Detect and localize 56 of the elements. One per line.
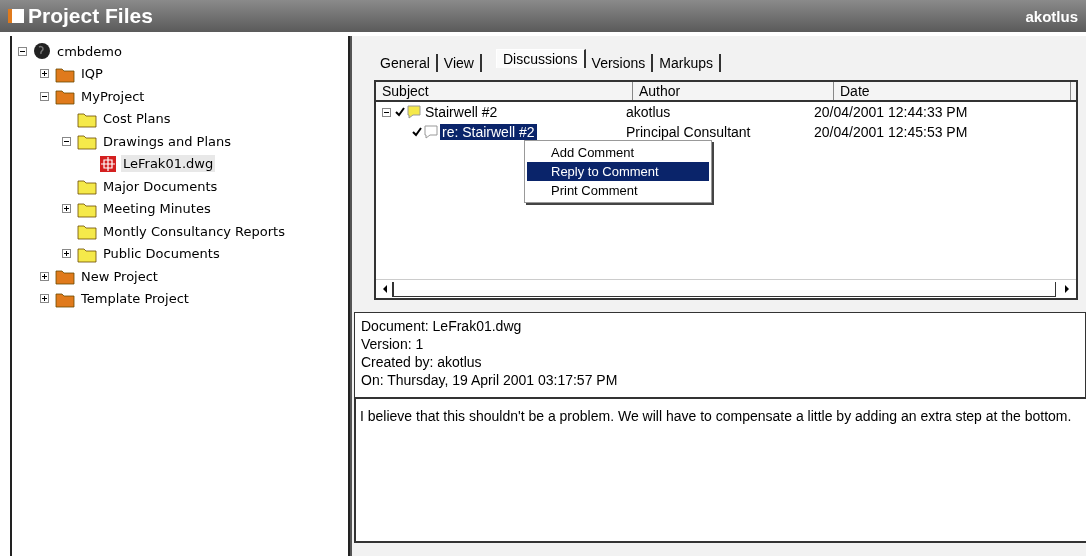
expand-toggle[interactable] — [62, 135, 73, 147]
expand-toggle[interactable] — [382, 106, 393, 118]
menu-item[interactable]: Reply to Comment — [527, 162, 709, 181]
expand-toggle[interactable] — [40, 270, 51, 282]
tree-item[interactable]: Public Documents — [101, 245, 222, 263]
tree-item[interactable]: Drawings and Plans — [101, 132, 233, 150]
drawing-file-icon — [99, 154, 117, 173]
expand-toggle[interactable] — [40, 90, 51, 102]
tab[interactable]: Discussions — [495, 49, 586, 68]
tree-item[interactable]: cmbdemo — [55, 42, 124, 60]
tree-item[interactable]: Meeting Minutes — [101, 200, 213, 218]
tree-item[interactable]: IQP — [79, 65, 105, 83]
comment-icon — [407, 105, 421, 119]
expand-toggle[interactable] — [40, 293, 51, 305]
folder-icon — [77, 132, 97, 151]
expand-toggle[interactable] — [40, 68, 51, 80]
comment-icon — [424, 125, 438, 139]
tree-item[interactable]: New Project — [79, 267, 160, 285]
horizontal-scrollbar[interactable] — [376, 279, 1076, 298]
detail-line: On: Thursday, 19 April 2001 03:17:57 PM — [361, 371, 619, 389]
date-cell-text: 20/04/2001 12:44:33 PM — [813, 104, 969, 120]
tree-item[interactable]: LeFrak01.dwg — [121, 155, 216, 173]
tab[interactable]: Versions — [585, 54, 654, 72]
expand-toggle[interactable] — [62, 203, 73, 215]
folder-icon — [77, 222, 97, 241]
column-header[interactable]: Author — [633, 82, 834, 100]
tree-item[interactable]: Cost Plans — [101, 110, 173, 128]
date-cell-text: 20/04/2001 12:45:53 PM — [813, 124, 969, 140]
discussion-subject[interactable]: Stairwell #2 — [423, 104, 500, 120]
discussion-subject[interactable]: re: Stairwell #2 — [440, 124, 537, 140]
expand-toggle[interactable] — [62, 248, 73, 260]
tab[interactable]: General — [374, 54, 438, 72]
tab[interactable]: View — [437, 54, 482, 72]
detail-line: Version: 1 — [361, 335, 425, 353]
folder-icon — [77, 177, 97, 196]
menu-item[interactable]: Add Comment — [527, 143, 709, 162]
document-icon — [8, 9, 24, 23]
window-title: Project Files — [28, 4, 154, 28]
detail-line: Document: LeFrak01.dwg — [361, 317, 523, 335]
tree-item[interactable]: Major Documents — [101, 177, 220, 195]
expand-toggle[interactable] — [18, 45, 29, 57]
user-name: akotlus — [1025, 7, 1078, 25]
menu-item[interactable]: Print Comment — [527, 181, 709, 200]
scroll-right-icon[interactable] — [1062, 282, 1072, 296]
tab[interactable]: Markups — [653, 54, 721, 72]
tree-item[interactable]: MyProject — [79, 87, 147, 105]
folder-icon — [55, 87, 75, 106]
author-cell-text: Principal Consultant — [625, 124, 752, 140]
detail-line: Created by: akotlus — [361, 353, 483, 371]
column-header[interactable]: Date — [834, 82, 1071, 100]
column-header[interactable]: Subject — [376, 82, 633, 100]
tree-item[interactable]: Template Project — [79, 290, 191, 308]
author-cell-text: akotlus — [625, 104, 672, 120]
folder-icon — [55, 267, 75, 286]
tree-item[interactable]: Montly Consultancy Reports — [101, 222, 287, 240]
comment-text: I believe that this shouldn't be a problem. We will have to compensate a little by adding an extra step at the bottom. — [360, 408, 1072, 424]
